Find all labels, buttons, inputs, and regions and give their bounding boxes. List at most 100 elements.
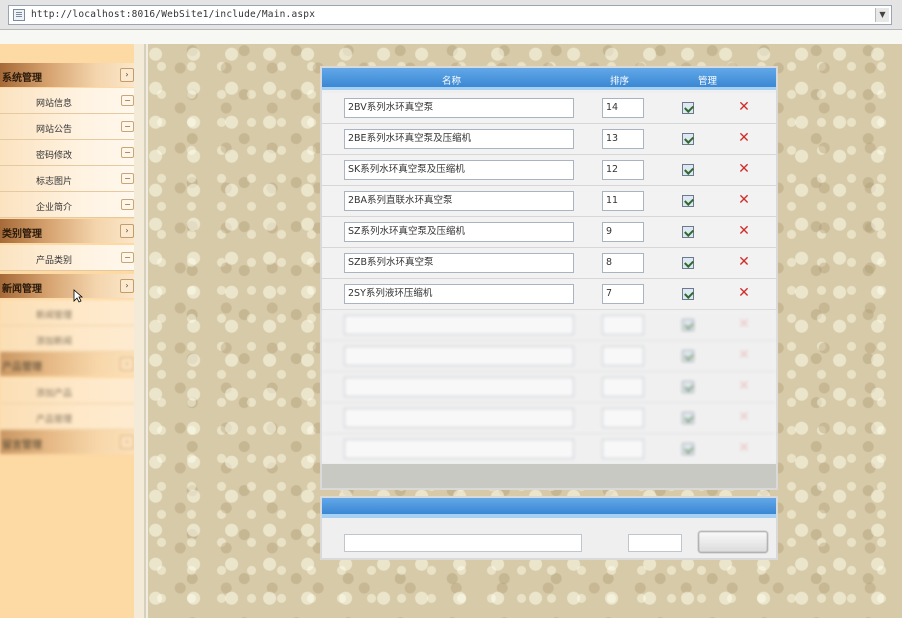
delete-icon[interactable]: ✕ (736, 409, 752, 425)
delete-icon[interactable]: ✕ (736, 378, 752, 394)
add-category-form (320, 496, 778, 560)
name-input[interactable] (344, 439, 574, 459)
minus-icon[interactable]: − (121, 199, 134, 210)
edit-icon[interactable] (682, 226, 694, 238)
edit-icon[interactable] (682, 443, 694, 455)
delete-icon[interactable]: ✕ (736, 285, 752, 301)
minus-icon[interactable]: − (121, 95, 134, 106)
address-bar: http://localhost:8016/WebSite1/include/M… (0, 0, 902, 30)
delete-icon[interactable]: ✕ (736, 254, 752, 270)
menu-item[interactable]: 新闻管理 (0, 300, 138, 326)
name-input[interactable]: 2SY系列液环压缩机 (344, 284, 574, 304)
menu-head-label: 新闻管理 (2, 284, 42, 295)
chevron-right-icon[interactable]: › (120, 68, 134, 82)
name-input[interactable]: SK系列水环真空泵及压缩机 (344, 160, 574, 180)
menu-item-label: 新闻管理 (36, 311, 73, 321)
seq-input[interactable] (602, 408, 644, 428)
delete-icon[interactable]: ✕ (736, 440, 752, 456)
add-button[interactable] (698, 531, 768, 553)
seq-input[interactable] (602, 377, 644, 397)
menu-item[interactable]: 产品管理 (0, 404, 138, 430)
edit-icon[interactable] (682, 412, 694, 424)
minus-icon[interactable]: − (121, 173, 134, 184)
table-row: SZ系列水环真空泵及压缩机 9 ✕ (322, 217, 776, 248)
header-seq: 排序 (610, 76, 630, 87)
seq-input[interactable] (602, 346, 644, 366)
menu-item[interactable]: 网站公告 − (0, 114, 138, 140)
chevron-right-icon[interactable]: › (120, 435, 134, 449)
add-name-input[interactable] (344, 534, 582, 552)
page-icon (13, 9, 25, 21)
delete-icon[interactable]: ✕ (736, 99, 752, 115)
edit-icon[interactable] (682, 164, 694, 176)
menu-head-news[interactable]: 新闻管理 › (0, 274, 138, 298)
menu-item-label: 添加产品 (36, 389, 73, 399)
table-row: SK系列水环真空泵及压缩机 12 ✕ (322, 155, 776, 186)
name-input[interactable]: 2BV系列水环真空泵 (344, 98, 574, 118)
edit-icon[interactable] (682, 350, 694, 362)
edit-icon[interactable] (682, 288, 694, 300)
menu-item[interactable]: 企业简介 − (0, 192, 138, 218)
menu-item-label: 标志图片 (36, 177, 73, 187)
edit-icon[interactable] (682, 319, 694, 331)
table-row: 2BA系列直联水环真空泵 11 ✕ (322, 186, 776, 217)
name-input[interactable]: SZ系列水环真空泵及压缩机 (344, 222, 574, 242)
delete-icon[interactable]: ✕ (736, 223, 752, 239)
seq-input[interactable]: 9 (602, 222, 644, 242)
seq-input[interactable]: 11 (602, 191, 644, 211)
chevron-right-icon[interactable]: › (120, 279, 134, 293)
minus-icon[interactable]: − (121, 252, 134, 263)
seq-input[interactable]: 12 (602, 160, 644, 180)
menu-head-system[interactable]: 系统管理 › (0, 63, 138, 87)
menu-head-message[interactable]: 留言管理 › (0, 430, 138, 454)
toolbar-gap (0, 30, 902, 44)
chevron-down-icon[interactable]: ▼ (875, 8, 889, 22)
chevron-right-icon[interactable]: › (120, 357, 134, 371)
chevron-right-icon[interactable]: › (120, 224, 134, 238)
seq-input[interactable]: 8 (602, 253, 644, 273)
seq-input[interactable] (602, 439, 644, 459)
menu-head-label: 类别管理 (2, 229, 42, 240)
name-input[interactable]: 2BE系列水环真空泵及压缩机 (344, 129, 574, 149)
table-row: ✕ (322, 341, 776, 372)
menu-head-category[interactable]: 类别管理 › (0, 219, 138, 243)
seq-input[interactable] (602, 315, 644, 335)
menu-head-product[interactable]: 产品管理 › (0, 352, 138, 376)
name-input[interactable]: 2BA系列直联水环真空泵 (344, 191, 574, 211)
delete-icon[interactable]: ✕ (736, 316, 752, 332)
edit-icon[interactable] (682, 381, 694, 393)
menu-item[interactable]: 添加产品 (0, 378, 138, 404)
menu-item[interactable]: 标志图片 − (0, 166, 138, 192)
edit-icon[interactable] (682, 102, 694, 114)
seq-input[interactable]: 7 (602, 284, 644, 304)
menu-item[interactable]: 添加新闻 (0, 326, 138, 352)
seq-input[interactable]: 13 (602, 129, 644, 149)
url-input[interactable]: http://localhost:8016/WebSite1/include/M… (8, 5, 892, 25)
name-input[interactable] (344, 377, 574, 397)
name-input[interactable]: SZB系列水环真空泵 (344, 253, 574, 273)
delete-icon[interactable]: ✕ (736, 130, 752, 146)
menu-item[interactable]: 密码修改 − (0, 140, 138, 166)
menu-head-label: 系统管理 (2, 73, 42, 84)
seq-input[interactable]: 14 (602, 98, 644, 118)
minus-icon[interactable]: − (121, 121, 134, 132)
name-input[interactable] (344, 346, 574, 366)
edit-icon[interactable] (682, 257, 694, 269)
add-seq-input[interactable] (628, 534, 682, 552)
menu-item[interactable]: 网站信息 − (0, 88, 138, 114)
name-input[interactable] (344, 315, 574, 335)
menu-head-label: 留言管理 (2, 440, 42, 451)
table-row: ✕ (322, 310, 776, 341)
category-table: 名称 排序 管理 2BV系列水环真空泵 14 ✕ 2BE系列水环真空泵及压缩机 … (320, 66, 778, 490)
table-row: SZB系列水环真空泵 8 ✕ (322, 248, 776, 279)
delete-icon[interactable]: ✕ (736, 161, 752, 177)
table-footer (322, 464, 776, 488)
edit-icon[interactable] (682, 195, 694, 207)
delete-icon[interactable]: ✕ (736, 192, 752, 208)
menu-item[interactable]: 产品类别 − (0, 245, 138, 271)
delete-icon[interactable]: ✕ (736, 347, 752, 363)
minus-icon[interactable]: − (121, 147, 134, 158)
table-row: 2BV系列水环真空泵 14 ✕ (322, 93, 776, 124)
edit-icon[interactable] (682, 133, 694, 145)
name-input[interactable] (344, 408, 574, 428)
